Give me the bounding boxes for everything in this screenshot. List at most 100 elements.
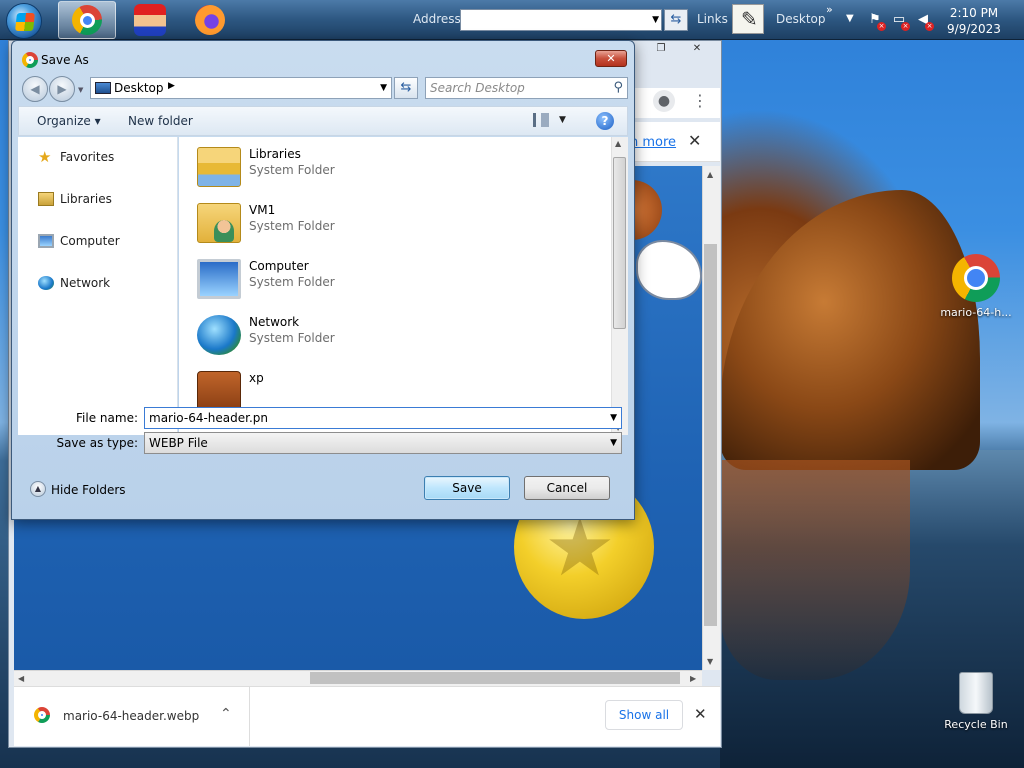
- toolbar-overflow-icon[interactable]: »: [826, 3, 833, 16]
- libraries-folder-icon: [197, 147, 241, 187]
- close-button[interactable]: ✕: [595, 50, 627, 67]
- chevron-down-icon[interactable]: ▼: [652, 15, 659, 25]
- file-name: xp: [249, 371, 264, 385]
- network-tray-icon[interactable]: ▭ ×: [891, 12, 910, 31]
- chevron-down-icon[interactable]: ▼: [846, 13, 854, 24]
- hide-folders-label: Hide Folders: [51, 483, 126, 497]
- forward-button[interactable]: ▶: [49, 76, 75, 102]
- file-name: Libraries: [249, 147, 301, 161]
- scroll-right-icon[interactable]: ▶: [690, 674, 696, 683]
- search-input[interactable]: [430, 80, 600, 96]
- clock-date: 9/9/2023: [947, 22, 1001, 36]
- taskbar-clock[interactable]: 2:10 PM 9/9/2023: [946, 5, 1002, 37]
- list-item-libraries[interactable]: Libraries System Folder: [195, 143, 595, 195]
- chevron-down-icon[interactable]: ▼: [380, 83, 387, 93]
- change-view-icon[interactable]: [533, 113, 549, 127]
- error-badge-icon: ×: [877, 22, 886, 31]
- start-button[interactable]: [6, 3, 42, 39]
- chrome-icon: [72, 5, 102, 35]
- file-name-input[interactable]: [149, 410, 599, 426]
- libraries-icon: [38, 192, 54, 206]
- refresh-button[interactable]: ⇆: [394, 77, 418, 99]
- search-icon[interactable]: ⚲: [613, 80, 623, 95]
- file-name: VM1: [249, 203, 276, 217]
- chevron-up-icon[interactable]: ⌃: [220, 706, 232, 722]
- chevron-down-icon[interactable]: ▼: [610, 438, 617, 448]
- close-icon[interactable]: ✕: [686, 42, 708, 56]
- download-filename[interactable]: mario-64-header.webp: [63, 709, 199, 723]
- taskbar-button-firefox[interactable]: [195, 5, 225, 35]
- chrome-icon: [22, 52, 38, 68]
- close-icon[interactable]: ✕: [688, 131, 701, 150]
- computer-icon: [38, 234, 54, 248]
- save-as-dialog: Save As ✕ ◀ ▶ ▼ Desktop ▶ ▼ ⇆ ⚲ Organize…: [11, 40, 635, 520]
- learn-more-link[interactable]: n more: [630, 135, 676, 150]
- error-badge-icon: ×: [925, 22, 934, 31]
- wallpaper-reflection: [720, 460, 910, 680]
- breadcrumb-desktop[interactable]: Desktop: [114, 81, 164, 95]
- help-icon[interactable]: ?: [596, 112, 614, 130]
- desktop-icon-label: Recycle Bin: [944, 718, 1008, 731]
- desktop-icon-label: mario-64-h...: [940, 306, 1012, 319]
- file-type: System Folder: [249, 275, 335, 289]
- cancel-button[interactable]: Cancel: [524, 476, 610, 500]
- chevron-up-icon: ▲: [30, 481, 46, 497]
- restore-icon[interactable]: ❐: [650, 42, 672, 56]
- list-item-vm1[interactable]: VM1 System Folder: [195, 199, 595, 251]
- links-shortcut-icon[interactable]: [732, 4, 764, 34]
- scroll-down-icon[interactable]: ▼: [707, 657, 713, 666]
- save-button[interactable]: Save: [424, 476, 510, 500]
- page-hscroll-thumb[interactable]: [310, 672, 680, 684]
- user-folder-icon: [197, 203, 241, 243]
- taskbar-button-chrome[interactable]: [58, 1, 116, 39]
- menu-kebab-icon[interactable]: ⋮: [692, 90, 708, 112]
- recent-locations-icon[interactable]: ▼: [78, 86, 83, 94]
- error-badge-icon: ×: [901, 22, 910, 31]
- file-name: Computer: [249, 259, 309, 273]
- scroll-up-icon[interactable]: ▲: [707, 170, 713, 179]
- search-field[interactable]: ⚲: [425, 77, 628, 99]
- chevron-down-icon[interactable]: ▼: [610, 413, 617, 423]
- nav-item-label: Favorites: [60, 150, 115, 164]
- star-icon: ★: [38, 148, 52, 166]
- chrome-file-icon: [34, 707, 50, 723]
- dialog-title: Save As: [41, 53, 89, 67]
- address-toolbar-label: Address: [413, 12, 461, 26]
- page-scroll-thumb[interactable]: [704, 244, 717, 626]
- computer-icon: [197, 259, 241, 299]
- list-item-xp[interactable]: xp: [195, 367, 595, 407]
- taskbar-button-mario[interactable]: [134, 4, 166, 36]
- scroll-up-icon[interactable]: ▲: [615, 139, 621, 148]
- breadcrumb[interactable]: Desktop ▶ ▼: [90, 77, 392, 99]
- list-item-computer[interactable]: Computer System Folder: [195, 255, 595, 307]
- file-list-scroll-thumb[interactable]: [613, 157, 626, 329]
- links-toolbar-label: Links: [697, 12, 728, 26]
- save-as-type-select[interactable]: WEBP File ▼: [144, 432, 622, 454]
- organize-button[interactable]: Organize ▾: [37, 114, 101, 128]
- action-center-flag-icon[interactable]: ⚑ ×: [867, 12, 886, 31]
- chevron-down-icon[interactable]: ▼: [559, 115, 566, 125]
- close-icon[interactable]: ✕: [694, 705, 707, 723]
- breadcrumb-separator-icon[interactable]: ▶: [168, 81, 175, 91]
- show-all-button[interactable]: Show all: [605, 700, 683, 730]
- desktop-toolbar-label[interactable]: Desktop: [776, 12, 826, 26]
- navigation-pane: ★ Favorites Libraries Computer Network: [18, 137, 178, 435]
- file-name: Network: [249, 315, 300, 329]
- desktop-icon-chrome-file[interactable]: mario-64-h...: [938, 254, 1014, 319]
- network-globe-icon: [197, 315, 241, 355]
- profile-avatar-icon[interactable]: ●: [653, 90, 675, 112]
- scroll-left-icon[interactable]: ◀: [18, 674, 24, 683]
- file-name-field[interactable]: ▼: [144, 407, 622, 429]
- list-item-network[interactable]: Network System Folder: [195, 311, 595, 363]
- nav-item-label: Computer: [60, 234, 120, 248]
- save-as-type-value: WEBP File: [149, 436, 208, 450]
- file-type: System Folder: [249, 219, 335, 233]
- new-folder-button[interactable]: New folder: [128, 114, 193, 128]
- volume-muted-icon[interactable]: ◀ ×: [915, 12, 934, 31]
- back-button[interactable]: ◀: [22, 76, 48, 102]
- go-button[interactable]: ⇆: [664, 9, 688, 31]
- dialog-titlebar[interactable]: Save As ✕: [12, 41, 634, 75]
- save-as-type-label: Save as type:: [56, 436, 138, 450]
- desktop-icon-recycle-bin[interactable]: Recycle Bin: [940, 672, 1012, 731]
- address-input[interactable]: ▼: [460, 9, 662, 31]
